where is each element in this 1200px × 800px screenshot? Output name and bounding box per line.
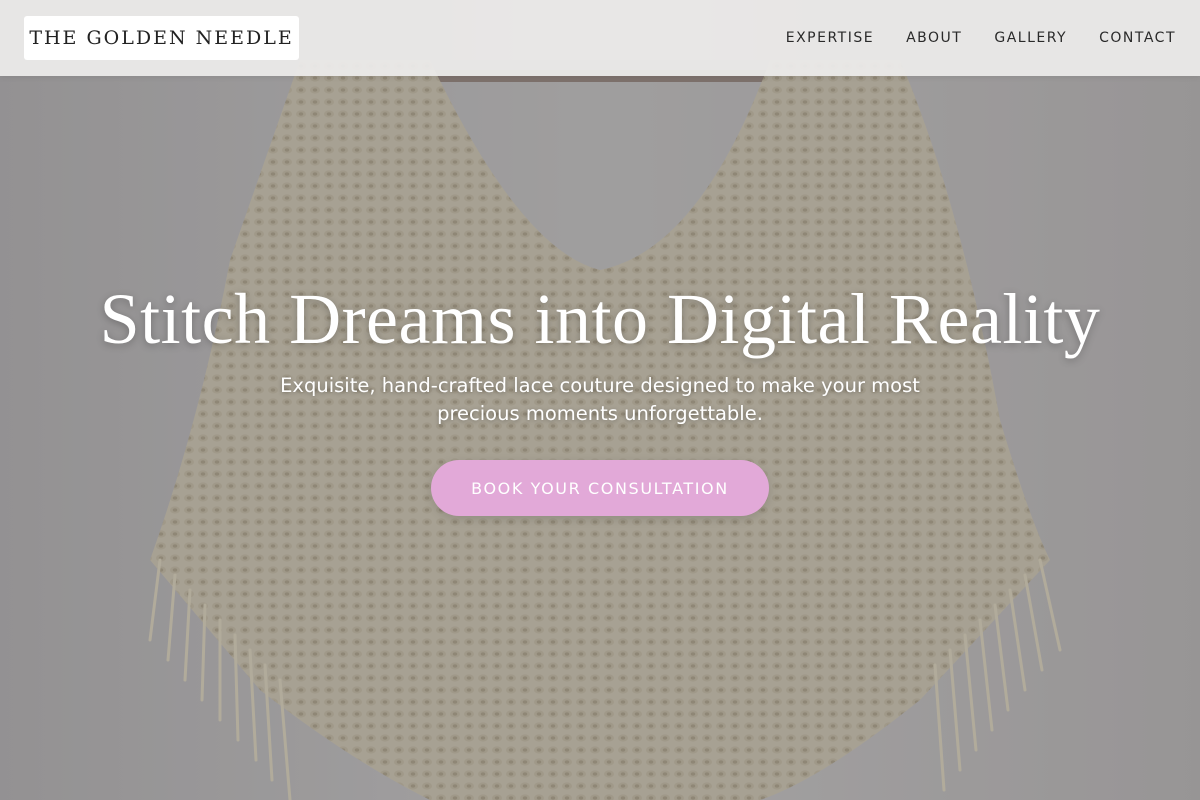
nav-link-gallery[interactable]: GALLERY <box>994 30 1067 46</box>
nav-link-about[interactable]: ABOUT <box>906 30 962 46</box>
brand-logo[interactable]: THE GOLDEN NEEDLE <box>24 16 299 60</box>
nav-link-expertise[interactable]: EXPERTISE <box>786 30 874 46</box>
hero-title: Stitch Dreams into Digital Reality <box>99 279 1101 359</box>
hero-subtitle: Exquisite, hand-crafted lace couture des… <box>280 374 920 425</box>
site-header: THE GOLDEN NEEDLE EXPERTISE ABOUT GALLER… <box>0 0 1200 76</box>
nav-link-contact[interactable]: CONTACT <box>1099 30 1176 46</box>
book-consultation-button[interactable]: BOOK YOUR CONSULTATION <box>431 460 769 516</box>
main-navigation: EXPERTISE ABOUT GALLERY CONTACT <box>786 0 1176 76</box>
